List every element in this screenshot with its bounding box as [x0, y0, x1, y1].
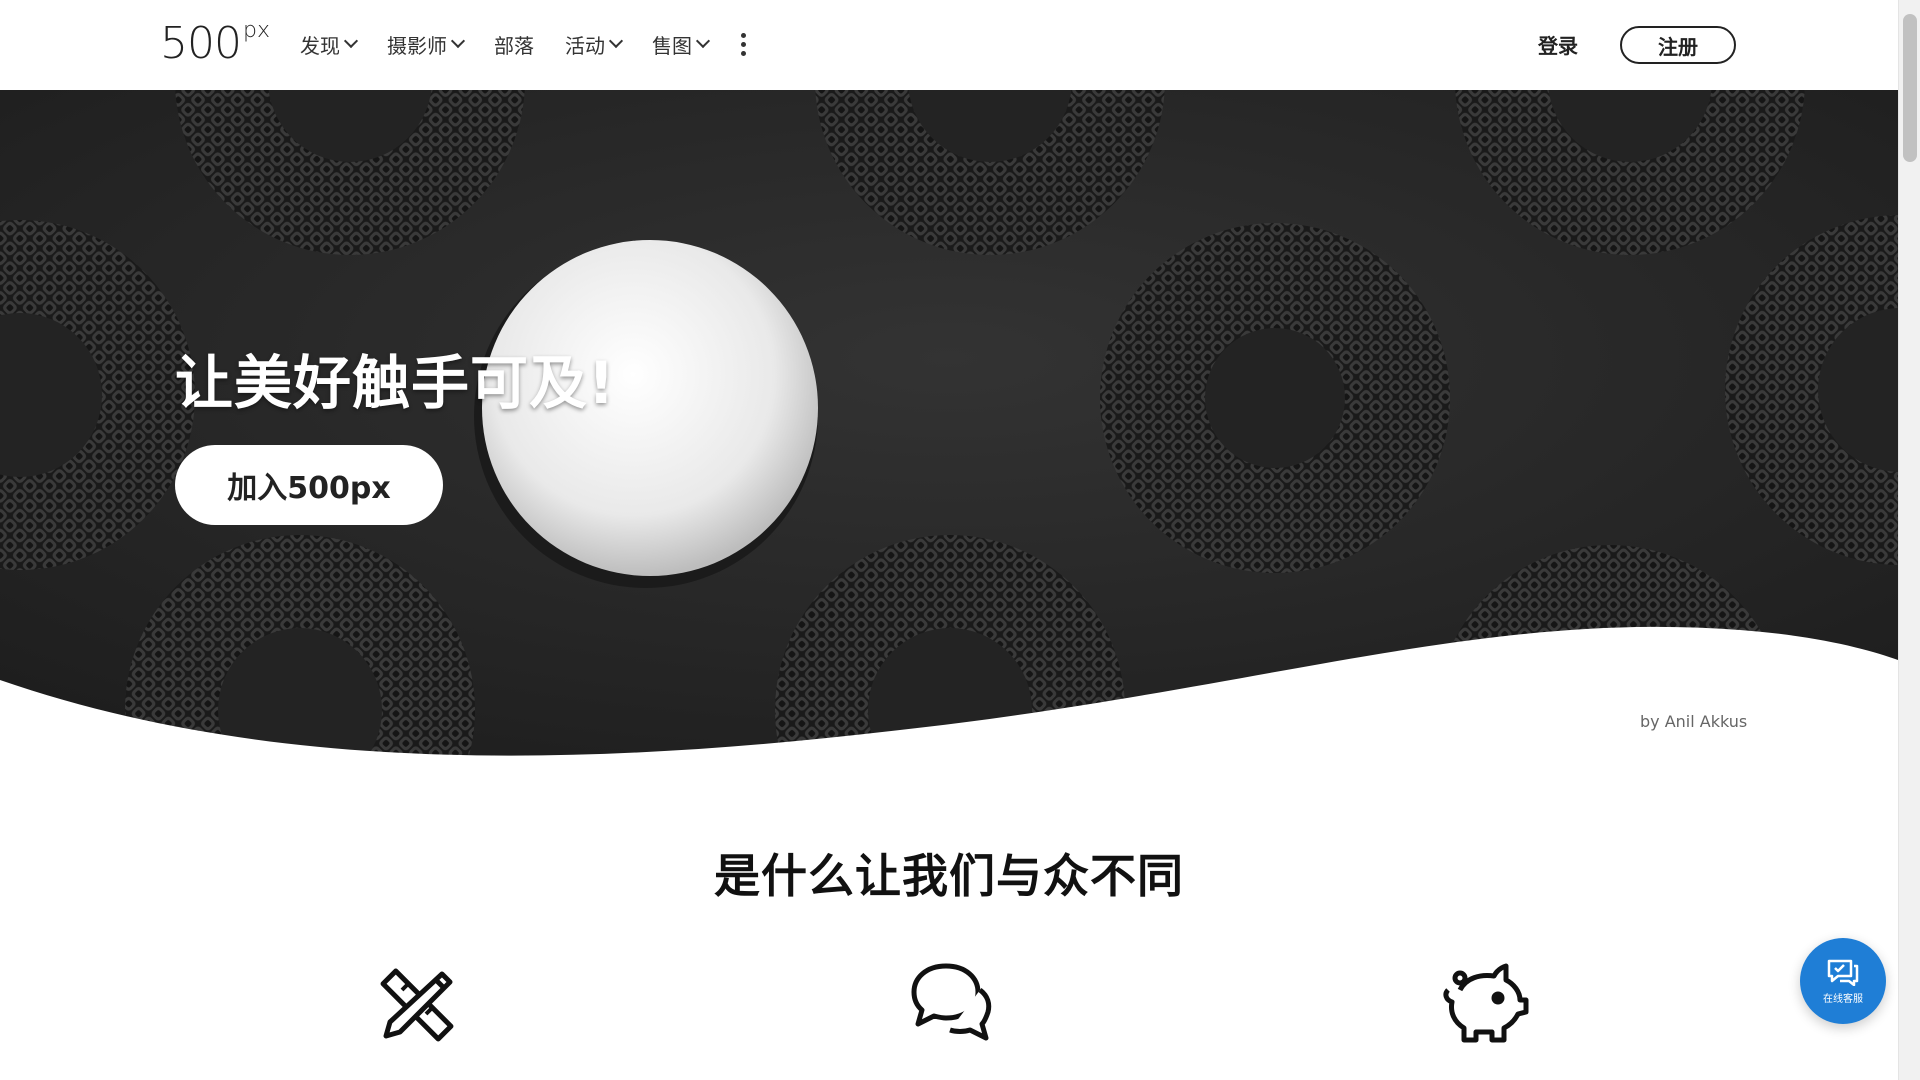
hero-banner: 让美好触手可及! 加入500px	[0, 90, 1898, 760]
chevron-down-icon	[695, 33, 711, 49]
menu-item-label: 发现	[300, 33, 340, 58]
chevron-down-icon	[343, 33, 359, 49]
main-menu: 发现 摄影师 部落 活动 售图	[300, 28, 752, 60]
chevron-down-icon	[450, 33, 466, 49]
login-link[interactable]: 登录	[1538, 30, 1578, 59]
piggy-bank-icon	[1443, 963, 1529, 1043]
logo-main-text: 500	[160, 18, 242, 69]
menu-item-events[interactable]: 活动	[565, 28, 624, 60]
features-section-title: 是什么让我们与众不同	[714, 849, 1184, 903]
chat-support-icon	[1827, 959, 1859, 986]
more-menu-icon[interactable]	[735, 31, 752, 58]
menu-item-tribes[interactable]: 部落	[494, 28, 534, 60]
page-scrollbar[interactable]	[1898, 0, 1920, 1080]
chevron-down-icon	[608, 33, 624, 49]
scrollbar-thumb[interactable]	[1903, 14, 1917, 162]
pencil-ruler-icon	[380, 968, 454, 1042]
photo-credit[interactable]: by Anil Akkus	[1640, 712, 1747, 731]
menu-item-sell-photos[interactable]: 售图	[652, 28, 711, 60]
logo-sup-text: px	[242, 18, 270, 43]
hero-wave-divider	[0, 626, 1898, 760]
menu-item-photographers[interactable]: 摄影师	[387, 28, 466, 60]
menu-item-label: 部落	[494, 33, 534, 58]
menu-item-discover[interactable]: 发现	[300, 28, 359, 60]
signup-button[interactable]: 注册	[1620, 26, 1736, 64]
menu-item-label: 摄影师	[387, 33, 447, 58]
top-navigation: 500 px 发现 摄影师 部落 活动 售图 登录 注册	[0, 0, 1898, 90]
500px-logo[interactable]: 500 px	[160, 18, 270, 69]
chat-bubbles-icon	[911, 963, 992, 1041]
online-support-button[interactable]: 在线客服	[1800, 938, 1886, 1024]
online-support-label: 在线客服	[1823, 993, 1863, 1005]
menu-item-label: 售图	[652, 33, 692, 58]
menu-item-label: 活动	[565, 33, 605, 58]
